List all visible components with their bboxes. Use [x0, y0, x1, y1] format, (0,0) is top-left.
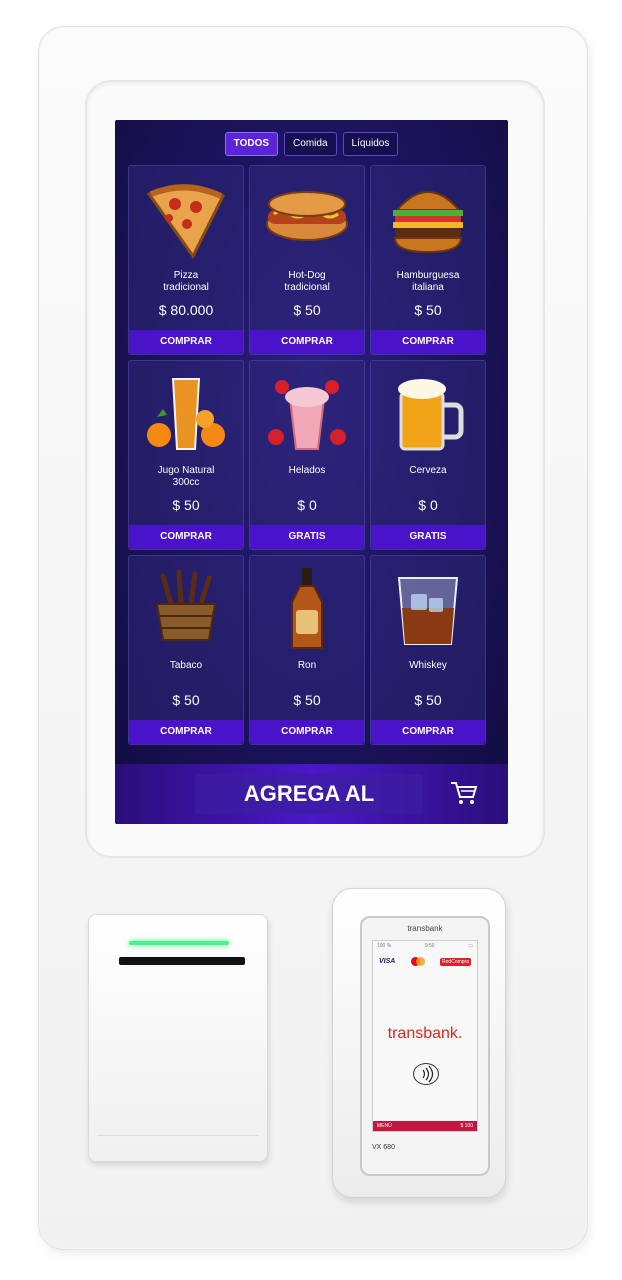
product-card-ron[interactable]: Ron $ 50 COMPRAR — [249, 555, 365, 745]
product-card-whiskey[interactable]: Whiskey $ 50 COMPRAR — [370, 555, 486, 745]
mastercard-icon — [410, 957, 425, 966]
buy-button[interactable]: COMPRAR — [129, 330, 243, 354]
receipt-slot — [119, 957, 245, 965]
printer-base — [97, 1135, 259, 1154]
terminal-display: 100 % 9:50 ▭ VISA RedCompra transbank. M… — [372, 940, 478, 1132]
card-brands: VISA RedCompra — [379, 957, 471, 966]
buy-button[interactable]: COMPRAR — [129, 720, 243, 744]
pos-terminal[interactable]: transbank 100 % 9:50 ▭ VISA RedCompra tr… — [360, 916, 490, 1176]
contactless-icon — [413, 1063, 439, 1085]
product-name: Hot-Dog tradicional — [284, 270, 330, 293]
shopping-cart-icon[interactable] — [449, 778, 479, 808]
rum-bottle-icon — [291, 568, 323, 649]
tab-comida[interactable]: Comida — [284, 132, 337, 156]
product-name: Hamburguesa italiana — [396, 270, 460, 293]
product-card-hamburger[interactable]: Hamburguesa italiana $ 50 COMPRAR — [370, 165, 486, 355]
product-card-tabaco[interactable]: Tabaco $ 50 COMPRAR — [128, 555, 244, 745]
product-name: Tabaco — [169, 660, 203, 671]
product-price: $ 50 — [172, 497, 200, 513]
free-button[interactable]: GRATIS — [371, 525, 485, 549]
buy-button[interactable]: COMPRAR — [129, 525, 243, 549]
product-price: $ 50 — [293, 692, 321, 708]
status-led — [129, 941, 229, 945]
product-price: $ 0 — [418, 497, 438, 513]
terminal-menu-bar[interactable]: MENÚ $ 100 — [373, 1121, 477, 1131]
product-card-cerveza[interactable]: Cerveza $ 0 GRATIS — [370, 360, 486, 550]
pizza-slice-icon — [146, 184, 225, 259]
whiskey-glass-icon — [397, 577, 459, 645]
buy-button[interactable]: COMPRAR — [371, 720, 485, 744]
strawberry-milkshake-icon — [268, 380, 346, 450]
product-price: $ 50 — [414, 692, 442, 708]
product-name: Cerveza — [409, 465, 447, 476]
hamburger-icon — [393, 191, 463, 254]
product-name: Whiskey — [409, 660, 447, 671]
product-price: $ 80.000 — [158, 302, 214, 318]
cigar-basket-icon — [155, 569, 217, 641]
buy-button[interactable]: COMPRAR — [250, 330, 364, 354]
transbank-logo: transbank. — [387, 1025, 463, 1042]
product-name: Ron — [297, 660, 317, 671]
redcompra-logo: RedCompra — [440, 957, 471, 966]
receipt-printer — [88, 914, 268, 1162]
buy-button[interactable]: COMPRAR — [371, 330, 485, 354]
terminal-brand: transbank — [407, 924, 443, 933]
tab-todos[interactable]: TODOS — [224, 132, 279, 156]
category-tabs: TODOS Comida Líquidos — [115, 132, 508, 156]
product-card-pizza[interactable]: Pizza tradicional $ 80.000 COMPRAR — [128, 165, 244, 355]
product-price: $ 50 — [414, 302, 442, 318]
product-price: $ 0 — [297, 497, 317, 513]
hot-dog-icon — [266, 191, 348, 241]
free-button[interactable]: GRATIS — [250, 525, 364, 549]
add-to-cart-button[interactable]: AGREGA AL CARRITO — [195, 774, 423, 824]
product-card-hot-dog[interactable]: Hot-Dog tradicional $ 50 COMPRAR — [249, 165, 365, 355]
terminal-status: 100 % 9:50 ▭ — [377, 943, 473, 949]
battery-icon: ▭ — [468, 943, 473, 949]
tab-liquidos[interactable]: Líquidos — [342, 132, 399, 156]
terminal-model: VX 680 — [372, 1144, 395, 1151]
product-card-jugo[interactable]: Jugo Natural 300cc $ 50 COMPRAR — [128, 360, 244, 550]
product-card-helados[interactable]: Helados $ 0 GRATIS — [249, 360, 365, 550]
orange-juice-icon — [147, 378, 225, 450]
buy-button[interactable]: COMPRAR — [250, 720, 364, 744]
kiosk-screen: TODOS Comida Líquidos Pizza tradicional … — [115, 120, 508, 824]
beer-mug-icon — [398, 379, 464, 451]
cart-bar: AGREGA AL CARRITO — [115, 764, 508, 824]
product-name: Pizza tradicional — [163, 270, 209, 293]
product-name: Jugo Natural 300cc — [157, 465, 215, 488]
product-name: Helados — [288, 465, 326, 476]
product-price: $ 50 — [172, 692, 200, 708]
product-price: $ 50 — [293, 302, 321, 318]
visa-logo: VISA — [379, 958, 396, 965]
